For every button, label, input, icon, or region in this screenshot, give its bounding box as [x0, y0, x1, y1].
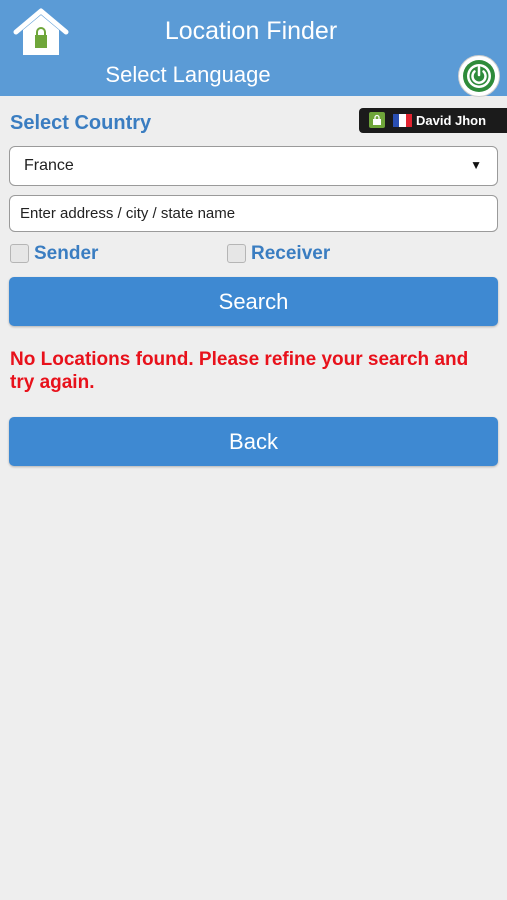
app-title: Location Finder: [164, 17, 338, 45]
app-header: Location Finder Select Language: [0, 0, 507, 97]
select-country-label: Select Country: [10, 112, 152, 134]
back-button[interactable]: Back: [9, 417, 498, 466]
receiver-checkbox-box[interactable]: [227, 244, 246, 263]
select-language-link[interactable]: Select Language: [62, 61, 314, 89]
home-icon[interactable]: [12, 8, 70, 58]
receiver-label: Receiver: [251, 243, 331, 264]
user-name: David Jhon: [416, 113, 487, 128]
no-locations-error: No Locations found. Please refine your s…: [10, 349, 469, 393]
address-input[interactable]: [9, 195, 498, 232]
search-button[interactable]: Search: [9, 277, 498, 326]
country-select[interactable]: France ▼: [9, 146, 498, 186]
country-select-value: France: [24, 157, 74, 174]
lock-icon: [369, 112, 385, 128]
power-icon[interactable]: [458, 55, 500, 97]
dropdown-arrow-icon: ▼: [470, 158, 482, 172]
user-badge: David Jhon: [359, 108, 507, 133]
sender-checkbox-box[interactable]: [10, 244, 29, 263]
sender-label: Sender: [34, 243, 99, 264]
france-flag-icon: [393, 114, 412, 127]
